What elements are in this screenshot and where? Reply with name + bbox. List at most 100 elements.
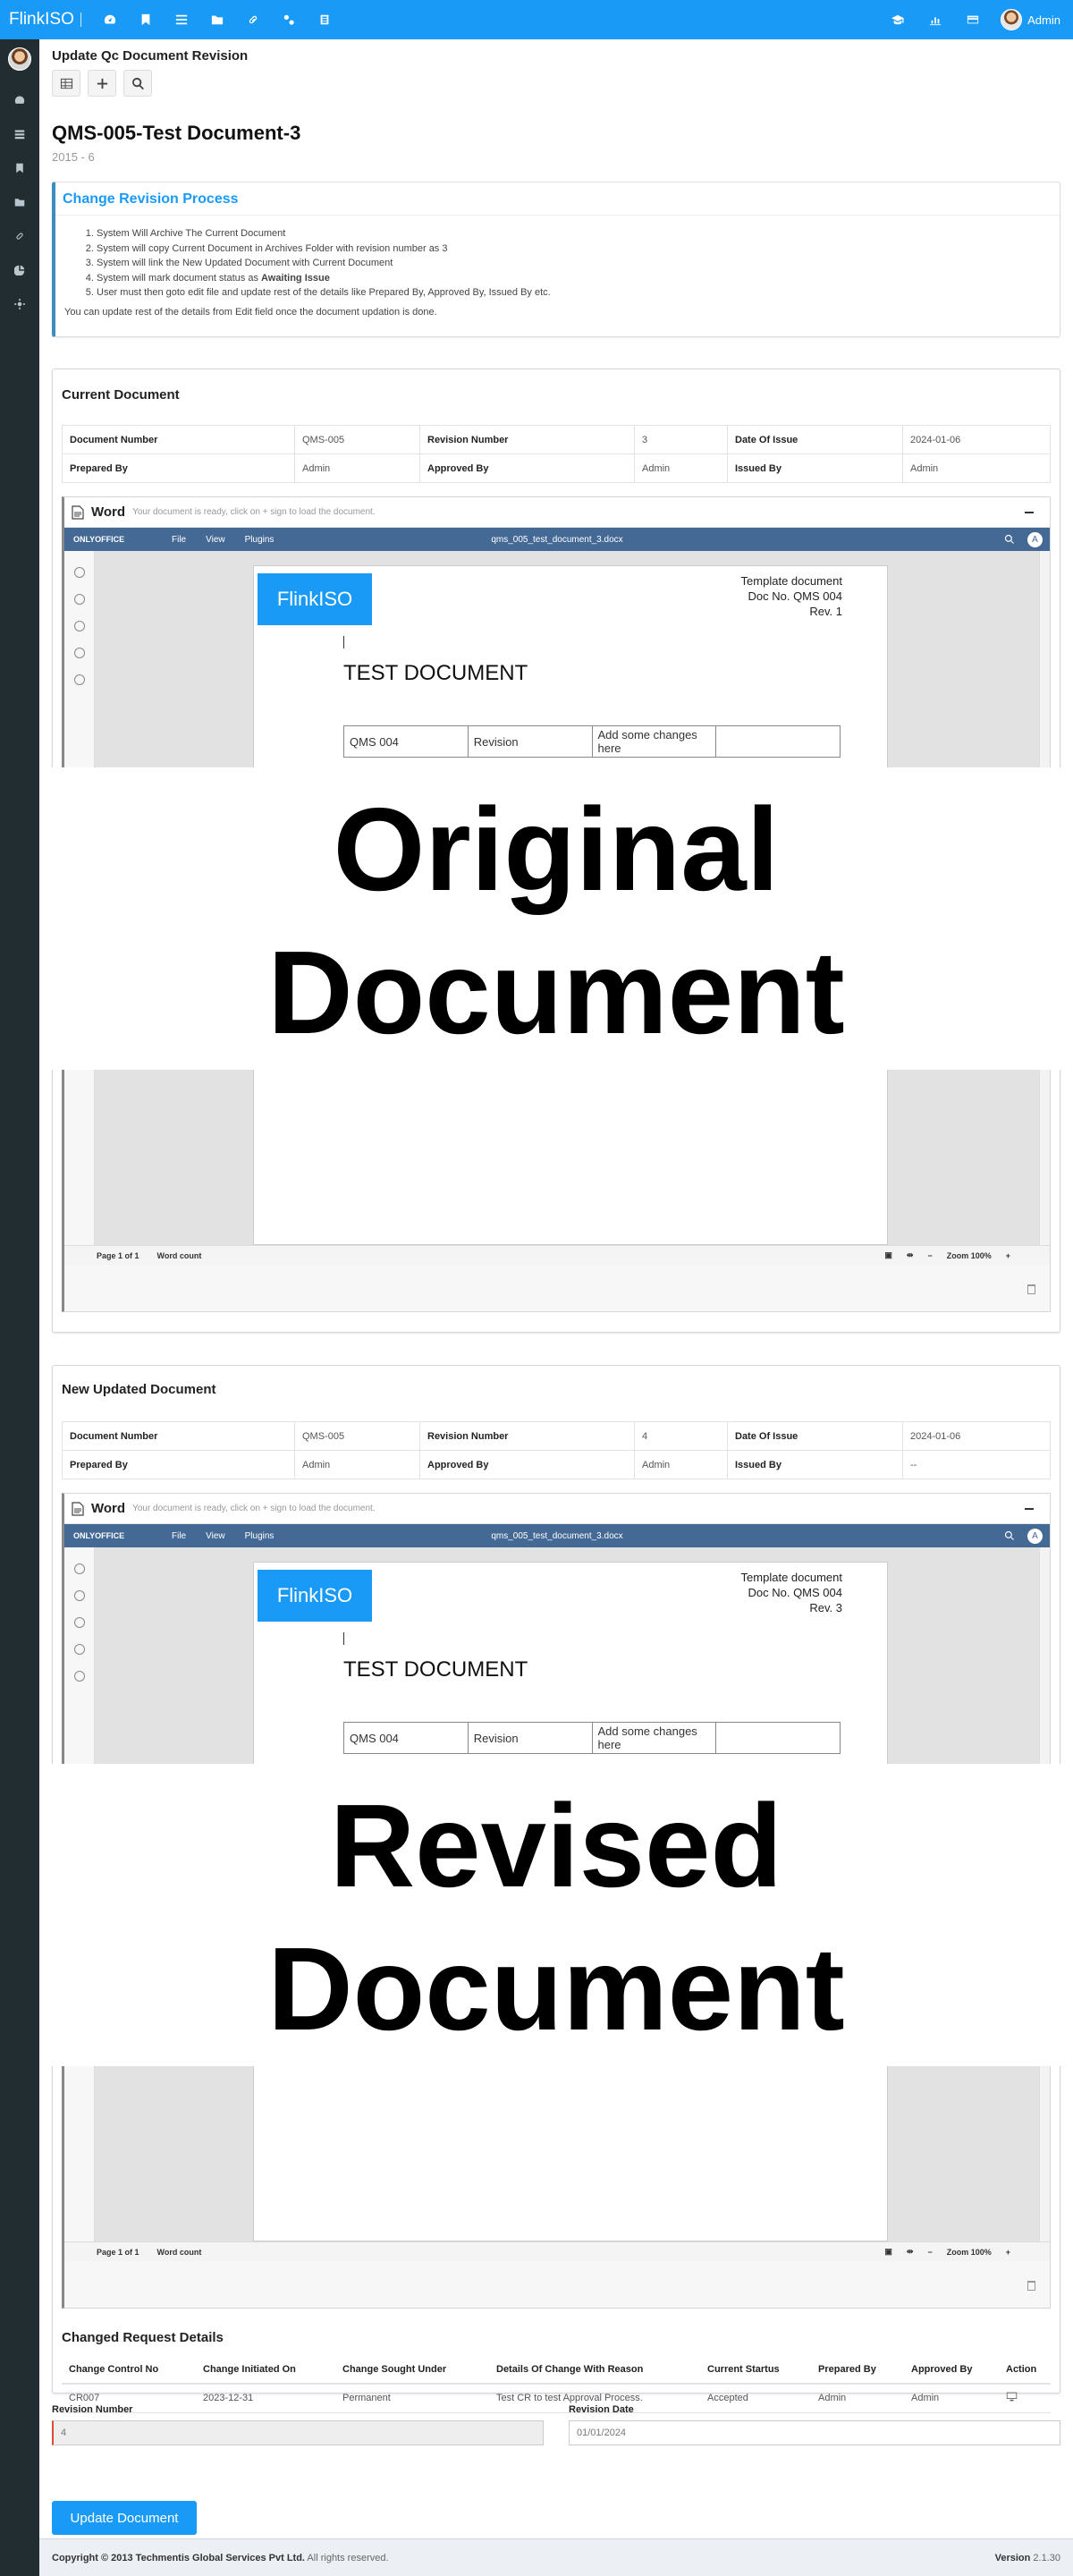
updated-document-heading: New Updated Document bbox=[62, 1382, 216, 1397]
editor-status-bar: Page 1 of 1 Word count ▣ ⇹ − Zoom 100% + bbox=[64, 1245, 1050, 1265]
top-navbar: FlinkISO Admin bbox=[0, 0, 1073, 39]
pie-chart-icon[interactable] bbox=[0, 253, 39, 287]
trash-icon[interactable] bbox=[1027, 1284, 1035, 1294]
value-approved-by: Admin bbox=[634, 453, 728, 483]
gear-icon[interactable] bbox=[0, 287, 39, 321]
label-approved-by: Approved By bbox=[419, 1450, 635, 1479]
value-revision-number: 4 bbox=[634, 1421, 728, 1451]
label-approved-by: Approved By bbox=[419, 453, 635, 483]
search-icon[interactable] bbox=[1004, 534, 1015, 545]
zoom-level: Zoom 100% bbox=[946, 1250, 992, 1260]
text-cursor bbox=[343, 636, 344, 648]
editor-canvas-lower bbox=[64, 1064, 1050, 1245]
update-document-button[interactable]: Update Document bbox=[52, 2501, 197, 2535]
value-date-of-issue: 2024-01-06 bbox=[902, 425, 1051, 454]
fit-width-icon[interactable]: ⇹ bbox=[907, 1250, 914, 1260]
vertical-scrollbar[interactable] bbox=[1039, 2061, 1050, 2241]
label-date-of-issue: Date Of Issue bbox=[727, 1421, 903, 1451]
document-page bbox=[253, 1064, 888, 1245]
label-issued-by: Issued By bbox=[727, 1450, 903, 1479]
info-icon[interactable] bbox=[73, 1671, 85, 1682]
link-icon[interactable] bbox=[235, 0, 271, 39]
bookmark-icon[interactable] bbox=[0, 151, 39, 185]
file-name: qms_005_test_document_3.docx bbox=[491, 1530, 623, 1541]
zoom-level: Zoom 100% bbox=[946, 2247, 992, 2257]
word-count[interactable]: Word count bbox=[157, 2248, 202, 2257]
table-view-button[interactable] bbox=[52, 70, 80, 97]
revision-date-input[interactable] bbox=[569, 2420, 1060, 2445]
viewer-note: Your document is ready, click on + sign … bbox=[132, 1504, 376, 1513]
vertical-scrollbar[interactable] bbox=[1039, 551, 1050, 792]
zoom-out-icon[interactable]: − bbox=[927, 2248, 932, 2257]
user-menu[interactable]: Admin bbox=[992, 9, 1073, 30]
minimize-icon[interactable] bbox=[1025, 511, 1034, 513]
vertical-scrollbar[interactable] bbox=[1039, 1064, 1050, 1245]
dashboard-icon[interactable] bbox=[92, 0, 128, 39]
folder-icon[interactable] bbox=[199, 0, 235, 39]
value-prepared-by: Admin bbox=[294, 453, 420, 483]
fit-width-icon[interactable]: ⇹ bbox=[907, 2247, 914, 2257]
list-icon[interactable] bbox=[164, 0, 199, 39]
value-document-number: QMS-005 bbox=[294, 425, 420, 454]
document-heading: TEST DOCUMENT bbox=[343, 661, 528, 685]
credit-card-icon[interactable] bbox=[954, 0, 992, 39]
original-document-overlay: Original Document bbox=[39, 767, 1073, 1070]
search-icon[interactable] bbox=[1004, 1530, 1015, 1541]
revision-date-label: Revision Date bbox=[569, 2404, 634, 2415]
vertical-scrollbar[interactable] bbox=[1039, 1547, 1050, 1789]
editor-canvas-lower bbox=[64, 2061, 1050, 2241]
footer: Copyright © 2013 Techmentis Global Servi… bbox=[39, 2538, 1073, 2576]
revision-number-input[interactable] bbox=[52, 2420, 544, 2445]
fit-page-icon[interactable]: ▣ bbox=[884, 2247, 892, 2257]
bookmark-icon[interactable] bbox=[128, 0, 164, 39]
label-issued-by: Issued By bbox=[727, 453, 903, 483]
label-document-number: Document Number bbox=[62, 425, 295, 454]
label-document-number: Document Number bbox=[62, 1421, 295, 1451]
word-count[interactable]: Word count bbox=[157, 1251, 202, 1260]
add-button[interactable] bbox=[88, 70, 116, 97]
navigation-icon[interactable] bbox=[73, 648, 85, 658]
minimize-icon[interactable] bbox=[1025, 1507, 1034, 1510]
link-icon[interactable] bbox=[0, 219, 39, 253]
info-icon[interactable] bbox=[73, 674, 85, 685]
fit-page-icon[interactable]: ▣ bbox=[884, 1250, 892, 1260]
sidebar-avatar[interactable] bbox=[8, 47, 31, 71]
folder-icon[interactable] bbox=[0, 185, 39, 219]
user-avatar[interactable]: A bbox=[1027, 531, 1043, 547]
navigation-icon[interactable] bbox=[73, 1644, 85, 1655]
zoom-in-icon[interactable]: + bbox=[1006, 1251, 1010, 1260]
dashboard-icon[interactable] bbox=[0, 83, 39, 117]
editor-left-tools bbox=[64, 1547, 95, 1789]
search-icon[interactable] bbox=[73, 1563, 85, 1574]
revision-number-label: Revision Number bbox=[52, 2404, 133, 2415]
bar-chart-icon[interactable] bbox=[917, 0, 954, 39]
value-prepared-by: Admin bbox=[294, 1450, 420, 1479]
brand-logo[interactable]: FlinkISO bbox=[0, 10, 74, 30]
list-icon[interactable] bbox=[0, 117, 39, 151]
chat-icon[interactable] bbox=[73, 621, 85, 631]
document-title: QMS-005-Test Document-3 bbox=[52, 122, 301, 144]
database-icon[interactable] bbox=[307, 0, 342, 39]
document-table: QMS 004 Revision Add some changes here bbox=[343, 725, 841, 758]
user-name: Admin bbox=[1027, 13, 1060, 27]
user-avatar[interactable]: A bbox=[1027, 1528, 1043, 1544]
graduation-cap-icon[interactable] bbox=[879, 0, 917, 39]
zoom-out-icon[interactable]: − bbox=[927, 1251, 932, 1260]
monitor-icon[interactable] bbox=[1006, 2391, 1018, 2402]
comment-icon[interactable] bbox=[73, 594, 85, 605]
zoom-in-icon[interactable]: + bbox=[1006, 2248, 1010, 2257]
search-button[interactable] bbox=[123, 70, 152, 97]
editor-left-tools bbox=[64, 551, 95, 792]
divider bbox=[80, 13, 81, 27]
settings-icon[interactable] bbox=[271, 0, 307, 39]
chat-icon[interactable] bbox=[73, 1617, 85, 1628]
process-step: User must then goto edit file and update… bbox=[97, 285, 1060, 301]
label-prepared-by: Prepared By bbox=[62, 1450, 295, 1479]
trash-icon[interactable] bbox=[1027, 2281, 1035, 2291]
search-icon[interactable] bbox=[73, 567, 85, 578]
process-steps: System Will Archive The Current Document… bbox=[55, 226, 1060, 301]
change-request-heading: Changed Request Details bbox=[62, 2330, 224, 2345]
status-awaiting-issue: Awaiting Issue bbox=[261, 272, 330, 284]
comment-icon[interactable] bbox=[73, 1590, 85, 1601]
document-icon bbox=[72, 1501, 84, 1516]
